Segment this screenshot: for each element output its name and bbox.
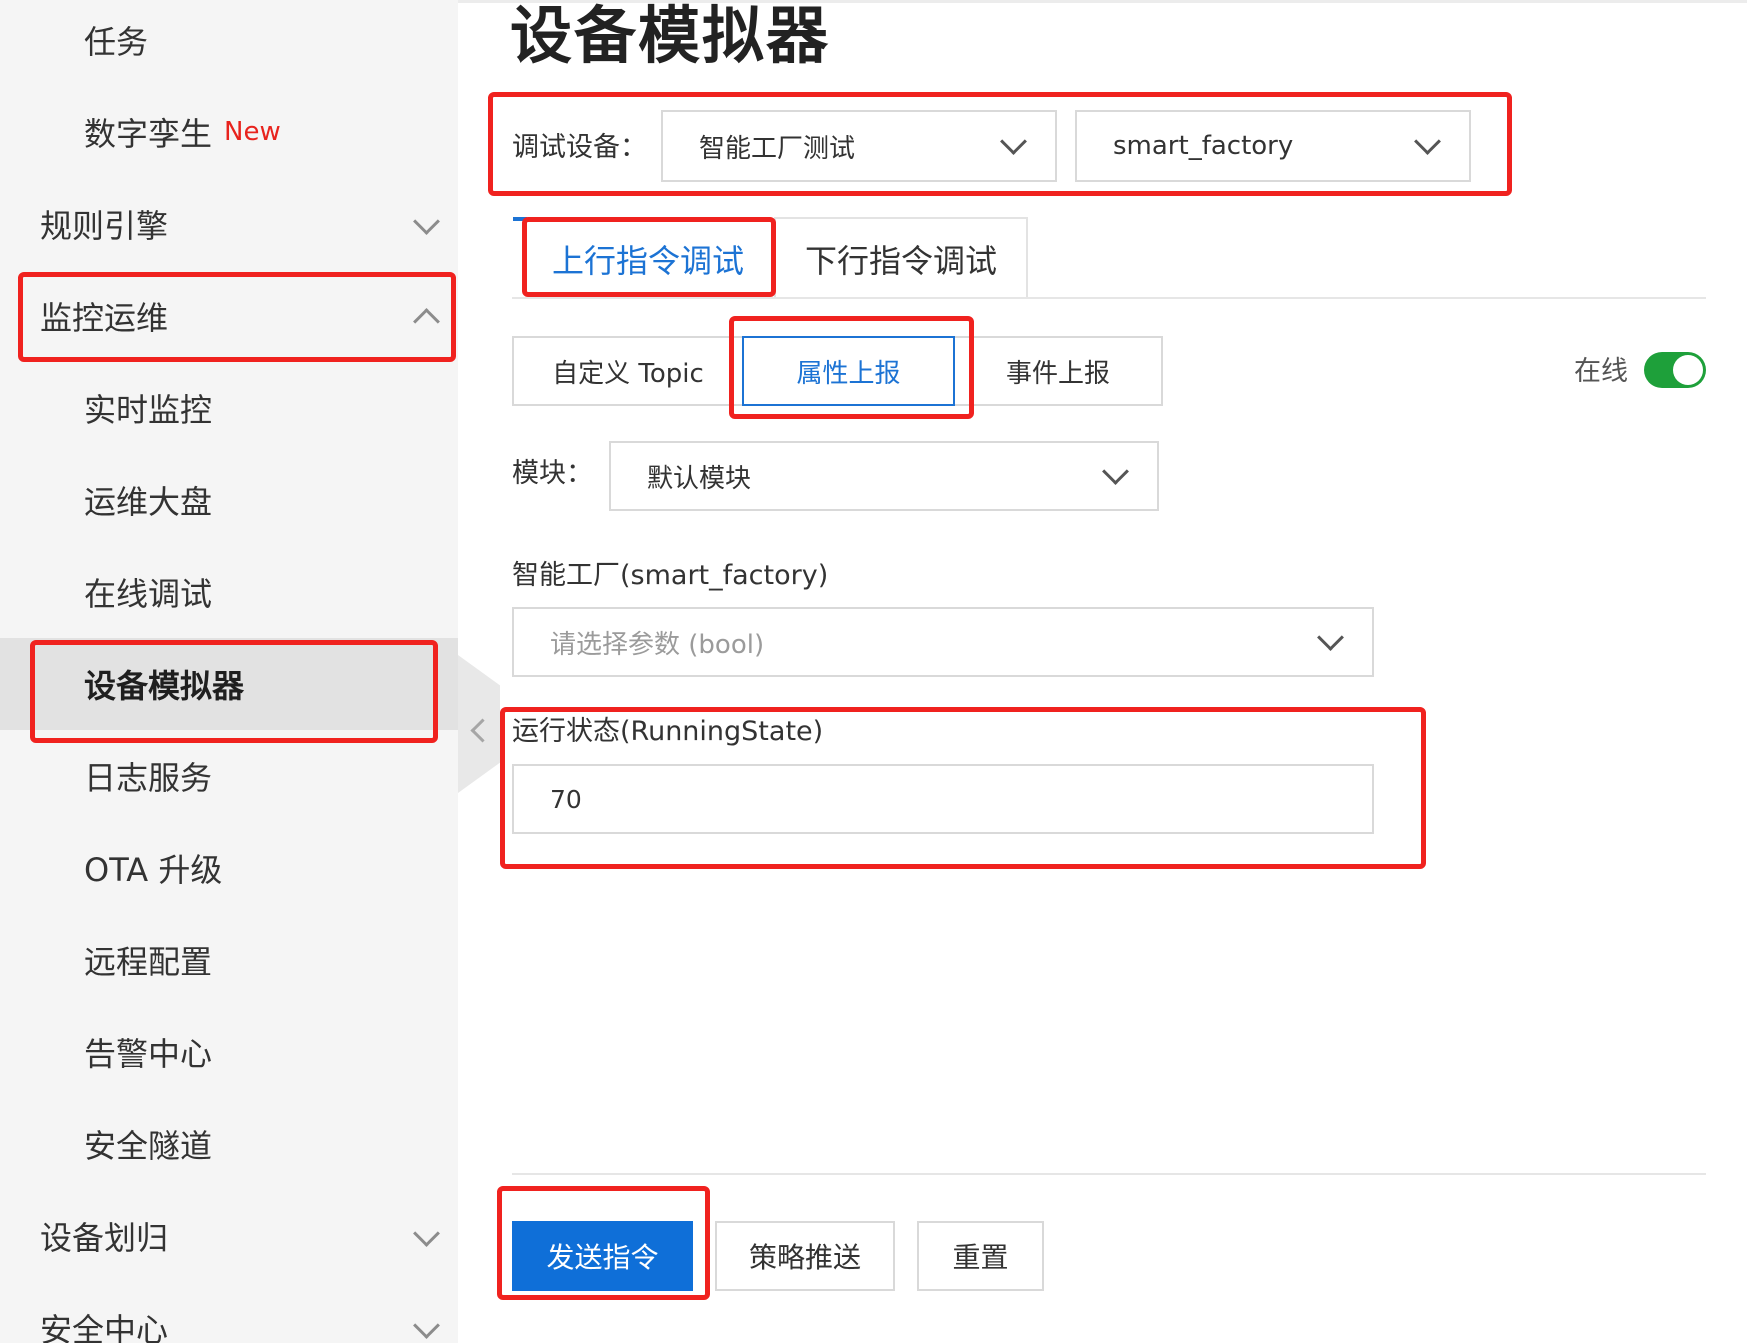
property-group-label: 智能工厂(smart_factory) xyxy=(512,560,829,591)
chevron-down-icon xyxy=(413,208,440,235)
sidebar-item-ota-upgrade[interactable]: OTA 升级 xyxy=(0,822,458,914)
segment-label: 自定义 Topic xyxy=(552,358,704,389)
page-title: 设备模拟器 xyxy=(510,0,831,72)
sidebar-item-label: 远程配置 xyxy=(84,943,213,981)
module-select[interactable]: 默认模块 xyxy=(609,441,1159,511)
button-label: 重置 xyxy=(952,1241,1009,1274)
running-state-value: 70 xyxy=(550,784,582,814)
sidebar-item-rule-engine[interactable]: 规则引擎 xyxy=(0,178,458,270)
sidebar-item-log-service[interactable]: 日志服务 xyxy=(0,730,458,822)
sidebar-item-label: 安全隧道 xyxy=(84,1127,213,1165)
reset-button[interactable]: 重置 xyxy=(917,1221,1044,1291)
sidebar-item-label: 告警中心 xyxy=(84,1035,213,1073)
sidebar-item-label: 在线调试 xyxy=(84,575,213,613)
tab-label: 上行指令调试 xyxy=(551,242,744,280)
segment-label: 事件上报 xyxy=(1005,358,1110,389)
sidebar-item-label: OTA 升级 xyxy=(84,851,223,889)
new-badge: New xyxy=(224,117,281,147)
segment-property-report[interactable]: 属性上报 xyxy=(742,336,955,406)
sidebar-item-monitoring-ops[interactable]: 监控运维 xyxy=(0,270,458,362)
parameter-select[interactable]: 请选择参数 (bool) xyxy=(512,607,1374,677)
device-select-value: smart_factory xyxy=(1113,131,1294,161)
tab-downlink-debug[interactable]: 下行指令调试 xyxy=(774,217,1028,298)
chevron-down-icon xyxy=(1317,624,1344,651)
sidebar-item-task[interactable]: 任务 xyxy=(0,0,458,86)
send-command-button[interactable]: 发送指令 xyxy=(512,1221,693,1291)
tab-uplink-debug[interactable]: 上行指令调试 xyxy=(522,222,774,296)
sidebar-item-security-center[interactable]: 安全中心 xyxy=(0,1282,458,1343)
sidebar-item-remote-config[interactable]: 远程配置 xyxy=(0,914,458,1006)
sidebar-item-label: 运维大盘 xyxy=(84,483,213,521)
tab-label: 下行指令调试 xyxy=(804,241,997,280)
device-select[interactable]: smart_factory xyxy=(1075,110,1471,182)
sidebar-item-alarm-center[interactable]: 告警中心 xyxy=(0,1006,458,1098)
sidebar-item-realtime-monitor[interactable]: 实时监控 xyxy=(0,362,458,454)
sidebar-item-label: 规则引擎 xyxy=(40,207,169,245)
sidebar-item-device-assign[interactable]: 设备划归 xyxy=(0,1190,458,1282)
active-tab-indicator xyxy=(513,217,527,221)
sidebar: 任务 数字孪生 New 规则引擎 监控运维 实时监控 运维大盘 在线调试 设备模拟… xyxy=(0,0,458,1343)
button-label: 发送指令 xyxy=(546,1241,659,1274)
sidebar-item-label: 数字孪生 xyxy=(84,115,213,153)
sidebar-item-label: 设备划归 xyxy=(40,1219,169,1257)
sidebar-item-ops-dashboard[interactable]: 运维大盘 xyxy=(0,454,458,546)
strategy-push-button[interactable]: 策略推送 xyxy=(715,1221,895,1291)
chevron-down-icon xyxy=(1000,128,1027,155)
chevron-down-icon xyxy=(413,1220,440,1247)
button-label: 策略推送 xyxy=(748,1241,861,1274)
sidebar-item-secure-tunnel[interactable]: 安全隧道 xyxy=(0,1098,458,1190)
footer-divider xyxy=(512,1173,1706,1175)
segment-event-report[interactable]: 事件上报 xyxy=(953,336,1163,406)
product-select-value: 智能工厂测试 xyxy=(699,133,856,164)
chevron-up-icon xyxy=(413,308,440,335)
sidebar-item-online-debug[interactable]: 在线调试 xyxy=(0,546,458,638)
online-toggle[interactable] xyxy=(1644,352,1706,388)
module-label: 模块： xyxy=(512,458,593,489)
product-select[interactable]: 智能工厂测试 xyxy=(661,110,1057,182)
sidebar-item-label: 监控运维 xyxy=(40,299,169,337)
running-state-input[interactable]: 70 xyxy=(512,764,1374,834)
parameter-select-placeholder: 请选择参数 (bool) xyxy=(550,629,765,660)
chevron-down-icon xyxy=(1102,458,1129,485)
module-select-value: 默认模块 xyxy=(647,463,752,494)
sidebar-item-label: 安全中心 xyxy=(40,1311,169,1343)
sidebar-item-label: 实时监控 xyxy=(84,391,213,429)
chevron-down-icon xyxy=(413,1312,440,1339)
sidebar-item-label: 任务 xyxy=(84,23,149,61)
online-label: 在线 xyxy=(1574,356,1628,387)
segment-label: 属性上报 xyxy=(796,358,901,389)
running-state-label: 运行状态(RunningState) xyxy=(512,716,824,747)
toggle-knob xyxy=(1673,355,1703,385)
chevron-down-icon xyxy=(1414,128,1441,155)
sidebar-item-device-simulator[interactable]: 设备模拟器 xyxy=(0,638,458,730)
tabs-divider xyxy=(512,297,1706,299)
sidebar-item-digital-twin[interactable]: 数字孪生 New xyxy=(0,86,458,178)
segment-custom-topic[interactable]: 自定义 Topic xyxy=(512,336,744,406)
debug-device-label: 调试设备： xyxy=(512,132,647,163)
sidebar-item-label: 设备模拟器 xyxy=(84,667,245,705)
sidebar-item-label: 日志服务 xyxy=(84,759,213,797)
